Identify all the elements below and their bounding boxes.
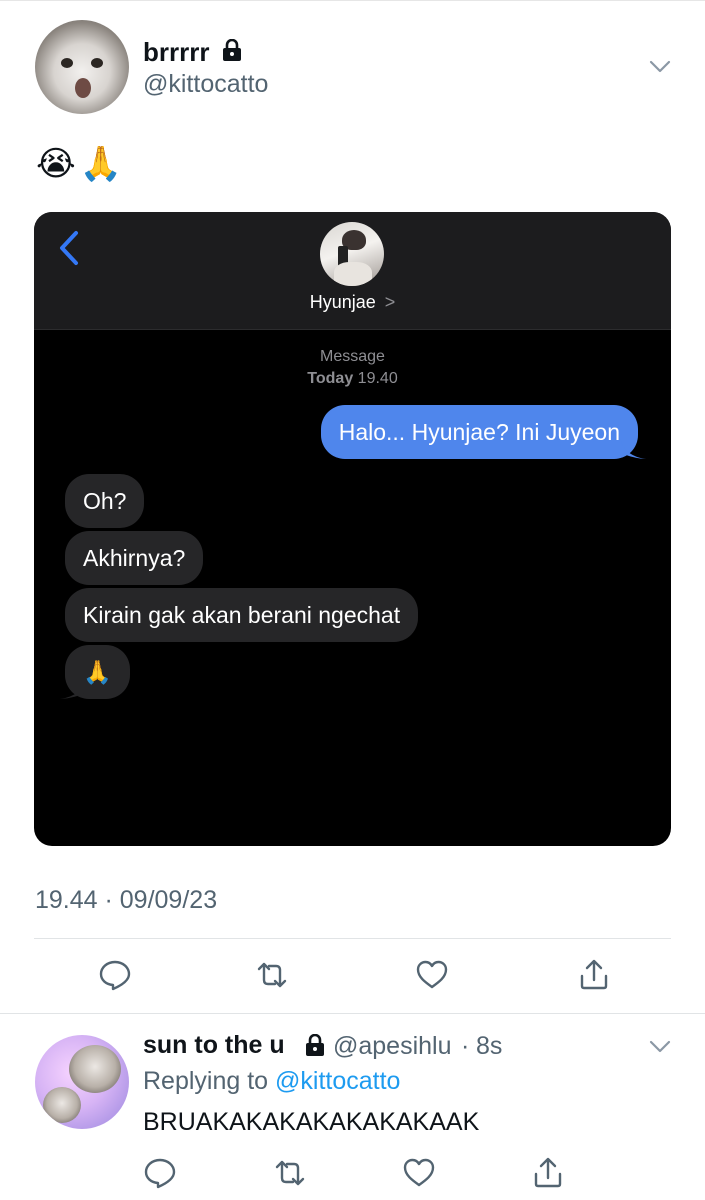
message-bubble-incoming: Kirain gak akan berani ngechat xyxy=(65,588,419,642)
author-handle[interactable]: @kittocatto xyxy=(143,70,268,99)
chevron-down-icon[interactable] xyxy=(649,60,671,74)
attached-image[interactable]: Hyunjae > Message Today 19.40 Halo... Hy… xyxy=(34,212,671,846)
share-icon[interactable] xyxy=(531,1156,565,1190)
avatar-eye xyxy=(91,58,103,68)
replying-mention-link[interactable]: @kittocatto xyxy=(275,1067,400,1095)
like-icon[interactable] xyxy=(415,958,449,992)
reply-separator: · xyxy=(461,1032,470,1060)
reply-author-avatar[interactable] xyxy=(35,1035,129,1129)
contact-name-text: Hyunjae xyxy=(309,292,376,312)
chevron-down-icon[interactable] xyxy=(649,1040,671,1054)
top-divider xyxy=(0,0,705,1)
retweet-icon[interactable] xyxy=(255,958,289,992)
contact-name: Hyunjae > xyxy=(34,292,671,313)
lock-icon xyxy=(306,1034,324,1056)
reply-text: BRUAKAKAKAKAKAKAKAAK xyxy=(143,1108,480,1136)
reply-handle[interactable]: @apesihlu xyxy=(333,1032,452,1061)
message-day: Today xyxy=(307,370,354,387)
reply-display-name[interactable]: sun to the u xyxy=(143,1031,285,1060)
avatar-mouth xyxy=(75,78,91,98)
divider xyxy=(34,938,671,939)
message-bubble-outgoing: Halo... Hyunjae? Ini Juyeon xyxy=(320,405,638,459)
tweet-text: 😭🙏 xyxy=(36,145,127,183)
avatar-raccoon xyxy=(43,1087,81,1123)
replying-to: Replying to @kittocatto xyxy=(143,1067,400,1096)
replying-prefix: Replying to xyxy=(143,1067,269,1095)
reply-icon[interactable] xyxy=(143,1156,177,1190)
chat-header: Hyunjae > xyxy=(34,212,671,330)
avatar-eye xyxy=(61,58,73,68)
contact-chevron: > xyxy=(384,292,396,312)
avatar-raccoon xyxy=(69,1045,121,1093)
bubble-tail xyxy=(620,438,646,459)
tweet-timestamp[interactable]: 19.44 · 09/09/23 xyxy=(35,886,217,915)
retweet-icon[interactable] xyxy=(273,1156,307,1190)
lock-icon xyxy=(223,39,241,61)
author-display-name[interactable]: brrrrr xyxy=(143,37,209,68)
message-bubble-incoming: Akhirnya? xyxy=(65,531,204,585)
author-avatar[interactable] xyxy=(35,20,129,114)
divider xyxy=(0,1013,705,1014)
message-bubble-incoming: Oh? xyxy=(65,474,145,528)
share-icon[interactable] xyxy=(577,958,611,992)
message-service-label: Message xyxy=(320,348,385,365)
contact-avatar xyxy=(320,222,384,286)
message-date-label: Today 19.40 xyxy=(34,370,671,388)
reply-icon[interactable] xyxy=(98,958,132,992)
reply-time[interactable]: 8s xyxy=(476,1032,502,1061)
like-icon[interactable] xyxy=(402,1156,436,1190)
bubble-tail xyxy=(60,678,86,699)
message-time: 19.40 xyxy=(357,370,398,387)
back-chevron-icon xyxy=(60,231,78,265)
